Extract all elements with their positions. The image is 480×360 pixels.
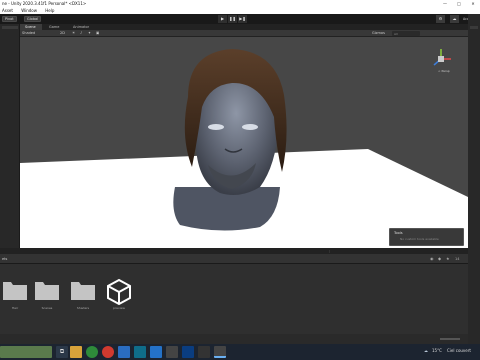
asset-scenes[interactable]: Scenes bbox=[32, 278, 62, 318]
project-toolbar: ets ◉ ◆ ★ 14 bbox=[0, 254, 468, 264]
shading-dropdown[interactable]: Shaded bbox=[22, 31, 35, 35]
folder-icon bbox=[3, 282, 27, 300]
settings-icon[interactable]: ⚙ bbox=[436, 15, 445, 23]
left-eye bbox=[208, 124, 224, 130]
menu-asset[interactable]: Asset bbox=[2, 8, 13, 13]
mail-icon[interactable] bbox=[118, 346, 130, 358]
photoshop-icon[interactable] bbox=[182, 346, 194, 358]
tools-subtitle: No custom tools available bbox=[400, 237, 439, 241]
panel-menu-icon[interactable]: ⋮ bbox=[328, 249, 332, 253]
project-breadcrumb[interactable]: ets bbox=[2, 257, 7, 261]
global-label: Global bbox=[27, 17, 39, 21]
store-icon[interactable] bbox=[150, 346, 162, 358]
opera-icon[interactable] bbox=[102, 346, 114, 358]
chrome-icon[interactable] bbox=[86, 346, 98, 358]
task-view-icon[interactable]: ⧉ bbox=[56, 346, 68, 358]
folder-icon bbox=[71, 282, 95, 300]
maximize-button[interactable]: □ bbox=[454, 0, 464, 8]
minimize-button[interactable]: — bbox=[440, 0, 450, 8]
weather-temp[interactable]: 15°C bbox=[432, 348, 442, 353]
star-icon[interactable]: ★ bbox=[446, 256, 452, 262]
zoom-slider[interactable] bbox=[440, 338, 460, 340]
gizmos-dropdown[interactable]: Gizmos bbox=[372, 31, 385, 35]
lighting-icon[interactable]: ☀ bbox=[72, 31, 75, 35]
weather-icon[interactable]: ☁ bbox=[424, 348, 428, 353]
tools-overlay: Tools No custom tools available bbox=[389, 228, 464, 246]
camera-icon[interactable]: ▣ bbox=[96, 31, 99, 35]
audio-icon[interactable]: ♪ bbox=[80, 31, 82, 35]
hierarchy-panel bbox=[0, 24, 20, 248]
effects-icon[interactable]: ✦ bbox=[88, 31, 91, 35]
taskbar: ⧉ ☁ 15°C Ciel couvert bbox=[0, 344, 480, 360]
right-eye bbox=[242, 124, 258, 130]
pivot-button[interactable]: Pivot bbox=[2, 16, 17, 22]
file-explorer-icon[interactable] bbox=[70, 346, 82, 358]
weather-text[interactable]: Ciel couvert bbox=[447, 348, 471, 353]
asset-name: Scenes bbox=[41, 306, 53, 310]
unity-hub-icon[interactable] bbox=[198, 346, 210, 358]
project-assets: Hair Scenes Shaders preview bbox=[0, 264, 468, 344]
scene-search-placeholder: All bbox=[394, 32, 398, 36]
asset-name: Hair bbox=[11, 306, 19, 310]
asset-name: Shaders bbox=[76, 306, 90, 310]
step-button[interactable]: ▶❚ bbox=[238, 15, 247, 23]
asset-preview[interactable]: preview bbox=[104, 278, 134, 318]
cloud-icon[interactable]: ☁ bbox=[450, 15, 459, 23]
status-bar bbox=[0, 334, 468, 344]
app-icon[interactable] bbox=[134, 346, 146, 358]
pause-button[interactable]: ❚❚ bbox=[228, 15, 237, 23]
menu-window[interactable]: Window bbox=[21, 8, 37, 13]
hierarchy-header bbox=[2, 26, 18, 29]
inspector-panel bbox=[468, 14, 480, 344]
tab-game-label: Game bbox=[49, 25, 60, 29]
scene-viewport[interactable] bbox=[20, 37, 468, 248]
global-button[interactable]: Global bbox=[24, 16, 42, 22]
inspector-header bbox=[470, 26, 478, 29]
desktop-thumbnail[interactable] bbox=[0, 346, 52, 358]
2d-toggle[interactable]: 2D bbox=[60, 31, 65, 35]
play-button[interactable]: ▶ bbox=[218, 15, 227, 23]
pivot-label: Pivot bbox=[5, 17, 14, 21]
title-bar: ne - Unity 2020.3.41f1 Personal* <DX11> … bbox=[0, 0, 480, 8]
tab-animator-label: Animator bbox=[73, 25, 90, 29]
persp-label[interactable]: < Persp bbox=[438, 69, 450, 73]
tools-title[interactable]: Tools bbox=[394, 231, 403, 235]
asset-shaders[interactable]: Shaders bbox=[68, 278, 98, 318]
unity-editor-taskbar-icon[interactable] bbox=[214, 346, 226, 358]
scene-render bbox=[20, 49, 468, 248]
tab-scene-label: Scene bbox=[25, 25, 36, 29]
hidden-count: 14 bbox=[455, 257, 460, 261]
close-button[interactable]: ✕ bbox=[468, 0, 478, 8]
asset-hair[interactable]: Hair bbox=[0, 278, 30, 318]
tag-icon[interactable]: ◆ bbox=[438, 256, 444, 262]
unity-logo-icon bbox=[107, 278, 131, 306]
window-title: ne - Unity 2020.3.41f1 Personal* <DX11> bbox=[2, 1, 87, 6]
asset-name: preview bbox=[113, 306, 125, 310]
menu-help[interactable]: Help bbox=[45, 8, 54, 13]
eye-icon[interactable]: ◉ bbox=[430, 256, 436, 262]
main-toolbar: Pivot Global ▶ ❚❚ ▶❚ ⚙ ☁ Account bbox=[0, 14, 480, 24]
folder-icon bbox=[35, 282, 59, 300]
scene-search-input[interactable]: All bbox=[392, 31, 420, 36]
app-icon-2[interactable] bbox=[166, 346, 178, 358]
scene-toolbar: Shaded 2D ☀ ♪ ✦ ▣ Gizmos All bbox=[20, 30, 468, 37]
